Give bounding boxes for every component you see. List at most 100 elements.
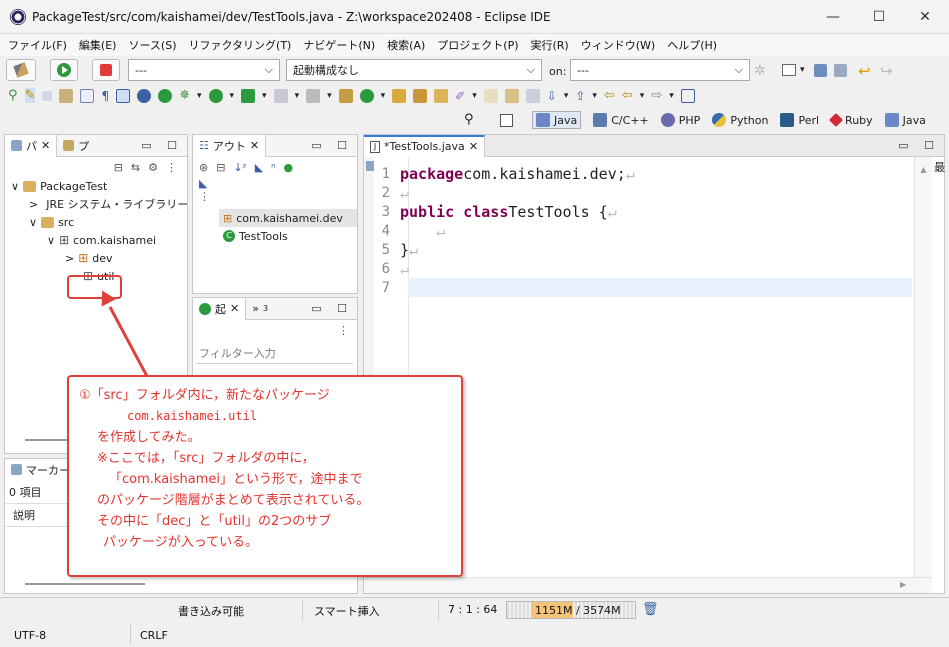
status-encoding[interactable]: UTF-8	[14, 629, 46, 642]
run-icon[interactable]	[208, 88, 223, 103]
back-arrow-icon[interactable]: ↩	[858, 62, 871, 80]
code-line-2[interactable]: 2 ↵	[370, 183, 635, 202]
code-line-5[interactable]: 5} ↵	[370, 240, 635, 259]
tree-item-packagetest[interactable]: ∨ PackageTest	[11, 177, 187, 195]
close-button[interactable]: ✕	[902, 0, 948, 34]
search-file-icon[interactable]	[483, 88, 498, 103]
menu-project[interactable]: プロジェクト(P)	[437, 37, 518, 53]
save-icon[interactable]	[814, 64, 827, 77]
sort-icon[interactable]: ↓ᶻ	[233, 161, 246, 174]
menu-file[interactable]: ファイル(F)	[8, 37, 67, 53]
focus-icon[interactable]: ⊛	[199, 161, 208, 174]
hide-static-icon[interactable]: ⁿ	[271, 161, 275, 174]
next-annotation-icon[interactable]: ⇩	[547, 89, 557, 103]
code-line-3[interactable]: 3 public class TestTools {↵	[370, 202, 635, 221]
code-line-7[interactable]: 7	[370, 278, 635, 297]
console-icon[interactable]	[116, 88, 131, 103]
mark-icon[interactable]	[504, 88, 519, 103]
save-all-icon[interactable]	[834, 64, 847, 77]
hide-nonpublic-icon[interactable]: ●	[284, 161, 294, 174]
tree-item-jre[interactable]: > JRE システム・ライブラリー [	[11, 195, 196, 213]
forward-arrow-icon[interactable]: ↪	[880, 62, 893, 80]
profile-icon[interactable]	[306, 88, 321, 103]
minimize-maximize-icon[interactable]: ▭ ☐	[141, 139, 187, 152]
open-folder-icon[interactable]	[392, 88, 407, 103]
view-menu-icon[interactable]: ⋮	[166, 161, 177, 174]
perspective-cpp[interactable]: C/C++	[593, 113, 649, 127]
code-line-1[interactable]: 1 package com.kaishamei.dev; ↵	[370, 164, 635, 183]
perspective-ruby[interactable]: Ruby	[828, 112, 873, 128]
menu-refactor[interactable]: リファクタリング(T)	[188, 37, 291, 53]
chevron-down-icon[interactable]: ▾	[381, 91, 386, 101]
highlight-icon[interactable]: ✎	[24, 88, 36, 103]
new-class-icon[interactable]	[359, 88, 374, 103]
maximize-button[interactable]: ☐	[856, 0, 902, 34]
perspective-python[interactable]: Python	[712, 113, 768, 127]
pen-icon[interactable]: ✐	[455, 89, 465, 103]
chevron-down-icon[interactable]: ▾	[592, 91, 597, 101]
task-icon[interactable]	[80, 88, 95, 103]
debug-run-icon[interactable]: ✵	[179, 88, 190, 103]
perspective-java[interactable]: Java	[532, 111, 582, 129]
pin-editor-icon[interactable]	[680, 88, 695, 103]
new-java-project-icon[interactable]	[338, 88, 353, 103]
annotation-icon[interactable]	[525, 88, 540, 103]
tab-testtools-java[interactable]: J *TestTools.java ✕	[364, 134, 486, 157]
minimize-button[interactable]: —	[810, 0, 856, 34]
minimize-maximize-icon[interactable]: ▭ ☐	[311, 302, 357, 315]
open-type-icon[interactable]	[59, 88, 74, 103]
close-icon[interactable]: ✕	[469, 140, 478, 153]
perspective-perl[interactable]: Perl	[780, 113, 819, 127]
toggle-icon[interactable]	[42, 90, 53, 101]
menu-run[interactable]: 実行(R)	[531, 37, 569, 53]
link-editor-icon[interactable]: ⇆	[131, 161, 140, 174]
perspective-php[interactable]: PHP	[660, 113, 700, 127]
forward-history-icon[interactable]: ⇨	[651, 88, 662, 103]
menu-help[interactable]: ヘルプ(H)	[667, 37, 717, 53]
scroll-right-icon[interactable]: ▶	[900, 580, 906, 589]
chevron-down-icon[interactable]: ▾	[472, 91, 477, 101]
debug-icon[interactable]: ⚲	[8, 88, 18, 103]
menu-source[interactable]: ソース(S)	[128, 37, 176, 53]
horizontal-scrollbar[interactable]	[25, 583, 145, 585]
gear-icon[interactable]: ✲	[754, 63, 766, 79]
launch-config-select[interactable]: 起動構成なし ⌵	[286, 59, 542, 81]
filter-input[interactable]: フィルター入力	[197, 344, 353, 364]
chevron-down-icon[interactable]: ▾	[295, 91, 300, 101]
chevron-down-icon[interactable]: ▾	[669, 91, 674, 101]
tree-item-dev[interactable]: > ⊞ dev	[11, 249, 187, 267]
status-line-ending[interactable]: CRLF	[140, 629, 168, 642]
close-icon[interactable]: ✕	[41, 139, 50, 152]
chevron-down-icon[interactable]: ▾	[197, 91, 202, 101]
server-icon[interactable]	[137, 88, 152, 103]
tab-outline[interactable]: ☷ アウト ✕	[193, 134, 267, 157]
search-icon[interactable]: ⚲	[464, 112, 474, 127]
chevron-down-icon[interactable]: ▾	[640, 91, 645, 101]
vertical-scrollbar[interactable]: ▲	[914, 157, 932, 577]
tab-project-explorer[interactable]: プ	[57, 135, 95, 157]
open-file-icon[interactable]	[434, 88, 449, 103]
external-tools-icon[interactable]	[273, 88, 288, 103]
code-line-4[interactable]: 4 ↵	[370, 221, 635, 240]
pilcrow-icon[interactable]: ¶	[101, 89, 109, 103]
view-menu-icon[interactable]: ⋮	[193, 320, 357, 342]
menu-navigate[interactable]: ナビゲート(N)	[303, 37, 375, 53]
menu-edit[interactable]: 編集(E)	[79, 37, 117, 53]
tab-more-views[interactable]: » 3	[246, 298, 274, 320]
chevron-down-icon[interactable]: ▾	[230, 91, 235, 101]
launch-target-select[interactable]: --- ⌵	[570, 59, 750, 81]
tree-item-src[interactable]: ∨ src	[11, 213, 187, 231]
run-button[interactable]	[50, 59, 78, 81]
chevron-down-icon[interactable]: ▾	[327, 91, 332, 101]
stop-button[interactable]	[92, 59, 120, 81]
editor-horizontal-scrollbar[interactable]: ▶	[364, 577, 932, 593]
menu-search[interactable]: 検索(A)	[387, 37, 425, 53]
perspective-java-ee[interactable]: Java	[884, 113, 926, 127]
heap-status[interactable]: 1151M / 3574M	[506, 601, 636, 619]
hide-local-types-icon[interactable]: ◣	[199, 177, 207, 190]
trash-icon[interactable]: 🗑	[642, 602, 659, 617]
collapse-all-icon[interactable]: ⊟	[216, 161, 225, 174]
view-menu-icon[interactable]: ⋮	[199, 190, 210, 203]
chevron-down-icon[interactable]: ▾	[564, 91, 569, 101]
prev-annotation-icon[interactable]: ⇧	[575, 89, 585, 103]
